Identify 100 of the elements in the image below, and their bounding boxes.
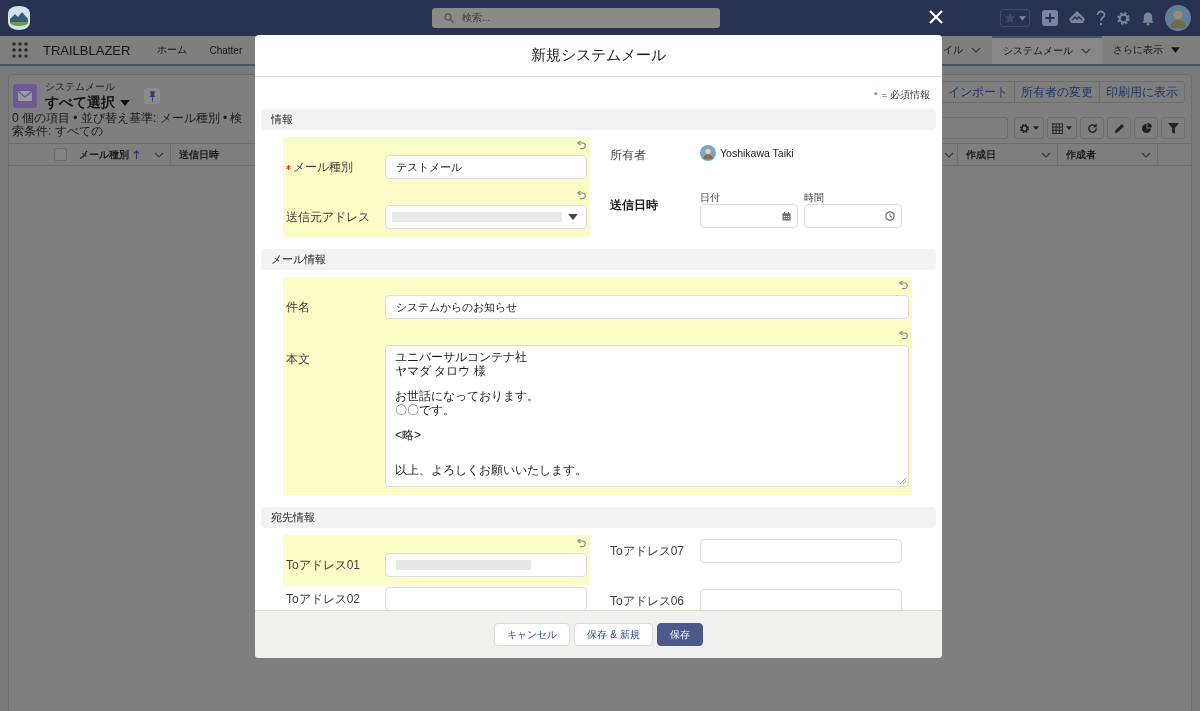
clock-icon (885, 211, 895, 221)
chevron-icon (971, 47, 981, 53)
select-all-checkbox[interactable] (54, 148, 67, 161)
text-input[interactable] (385, 553, 587, 577)
calendar-icon (782, 211, 791, 221)
field-label: メール種別 (293, 158, 353, 176)
more-tab[interactable]: さらに表示 (1102, 36, 1191, 64)
text-input[interactable] (385, 587, 587, 611)
text-line: <略> (395, 428, 421, 442)
undo-icon[interactable] (576, 141, 586, 151)
display-as-button[interactable] (1047, 117, 1077, 139)
text-input[interactable] (700, 589, 902, 613)
search-icon (444, 13, 454, 23)
text-input[interactable]: テストメール (385, 155, 587, 179)
filter-button[interactable] (1161, 117, 1185, 139)
settings-icon (1019, 122, 1030, 134)
footer-button[interactable]: 保存 & 新規 (574, 623, 653, 646)
filter-icon (1167, 122, 1179, 134)
action-button[interactable]: インポート (941, 81, 1015, 103)
save-button[interactable]: 保存 (656, 623, 703, 646)
column-header[interactable]: メール種別 (71, 144, 171, 165)
field-label: 時間 (804, 191, 825, 204)
text-line: お世話になっております。 (395, 389, 539, 403)
nav-tab[interactable]: ホーム (146, 36, 199, 64)
nav-tab[interactable]: システムメール (992, 36, 1102, 64)
chevron-icon (1081, 48, 1091, 54)
field-label: 日付 (700, 191, 721, 204)
chevron-icon (1041, 151, 1051, 158)
undo-icon[interactable] (898, 331, 908, 341)
caret-icon (1171, 47, 1180, 53)
field-label: Toアドレス07 (610, 542, 685, 560)
field-label: Toアドレス06 (610, 592, 685, 610)
settings-icon[interactable] (1116, 10, 1131, 26)
caret-icon (1066, 126, 1072, 130)
select-field[interactable] (385, 205, 587, 229)
chevron-icon (154, 151, 164, 158)
help-icon[interactable] (1096, 10, 1106, 26)
body-textarea[interactable]: ユニバーサルコンテナ社 ヤマダ タロウ 様 お世話になっております。 〇〇です。 <略> 以上、よろしくお願いいたします。 (385, 345, 909, 487)
text-line: 〇〇です。 (395, 403, 456, 417)
email-icon (13, 84, 37, 108)
section-header: 宛先情報 (261, 507, 936, 528)
dialog-title: 新規システムメール (531, 46, 666, 65)
section-header: メール情報 (261, 249, 936, 270)
text-line: ヤマダ タロウ 様 (395, 364, 487, 378)
table-icon (1052, 122, 1063, 134)
undo-icon[interactable] (576, 191, 586, 201)
field-label: Toアドレス01 (286, 556, 361, 574)
time-input[interactable] (804, 204, 902, 228)
search-field[interactable]: 検索... (432, 8, 720, 28)
field-label: Toアドレス02 (286, 590, 361, 608)
text-input[interactable]: システムからのお知らせ (385, 295, 909, 319)
action-button[interactable]: 所有者の変更 (1014, 81, 1100, 103)
section-header: 情報 (261, 109, 936, 130)
favorites-button[interactable] (1000, 9, 1030, 27)
pencil-icon (1113, 122, 1125, 134)
footer-button[interactable]: キャンセル (494, 623, 571, 646)
logo-icon[interactable] (6, 5, 32, 31)
refresh-icon (1086, 122, 1098, 134)
required-marker: * (874, 89, 878, 97)
field-label: 送信元アドレス (286, 208, 370, 226)
undo-icon[interactable] (576, 539, 586, 549)
chart-button[interactable] (1134, 117, 1158, 139)
action-button[interactable]: 印刷用に表示 (1099, 81, 1185, 103)
add-icon[interactable] (1042, 10, 1058, 26)
close-icon[interactable] (929, 10, 943, 24)
column-header[interactable]: 作成日 (958, 144, 1058, 165)
column-header[interactable]: 作成者 (1058, 144, 1158, 165)
caret-icon (120, 100, 130, 106)
refresh-button[interactable] (1080, 117, 1104, 139)
app-launcher-icon[interactable] (12, 42, 28, 58)
list-status: 0 個の項目 • 並び替え基準: メール種別 • 検索条件: すべての (12, 112, 244, 139)
nav-tab[interactable]: Chatter (198, 36, 254, 64)
edit-button[interactable] (1107, 117, 1131, 139)
undo-icon[interactable] (898, 281, 908, 291)
list-view-selector[interactable]: すべて選択 (45, 94, 130, 112)
caret-icon (1033, 126, 1039, 130)
chevron-icon (1141, 151, 1151, 158)
nav-tab[interactable]: イル (942, 36, 992, 64)
app-name: TRAILBLAZER (43, 42, 131, 58)
chevron-icon (944, 151, 954, 158)
caret-icon (568, 214, 578, 220)
field-label: 所有者 (610, 147, 646, 164)
user-avatar[interactable] (1165, 5, 1191, 31)
caret-icon (1019, 15, 1026, 21)
star-icon (1004, 12, 1016, 24)
text-input[interactable] (700, 539, 902, 563)
pin-icon (148, 90, 156, 102)
trailhead-icon[interactable] (1068, 10, 1086, 26)
user-avatar (700, 145, 716, 161)
object-label: システムメール (45, 80, 116, 94)
date-input[interactable] (700, 204, 798, 228)
owner-name: Yoshikawa Taiki (720, 147, 794, 159)
settings-button[interactable] (1014, 117, 1044, 139)
field-label: 件名 (286, 298, 310, 316)
resize-handle-icon[interactable] (900, 478, 906, 484)
field-label: 送信日時 (610, 197, 658, 214)
bell-icon[interactable] (1141, 10, 1155, 26)
pin-button[interactable] (144, 88, 160, 104)
sort-up-arrow-icon (133, 150, 140, 159)
text-line: ユニバーサルコンテナ社 (395, 350, 527, 364)
